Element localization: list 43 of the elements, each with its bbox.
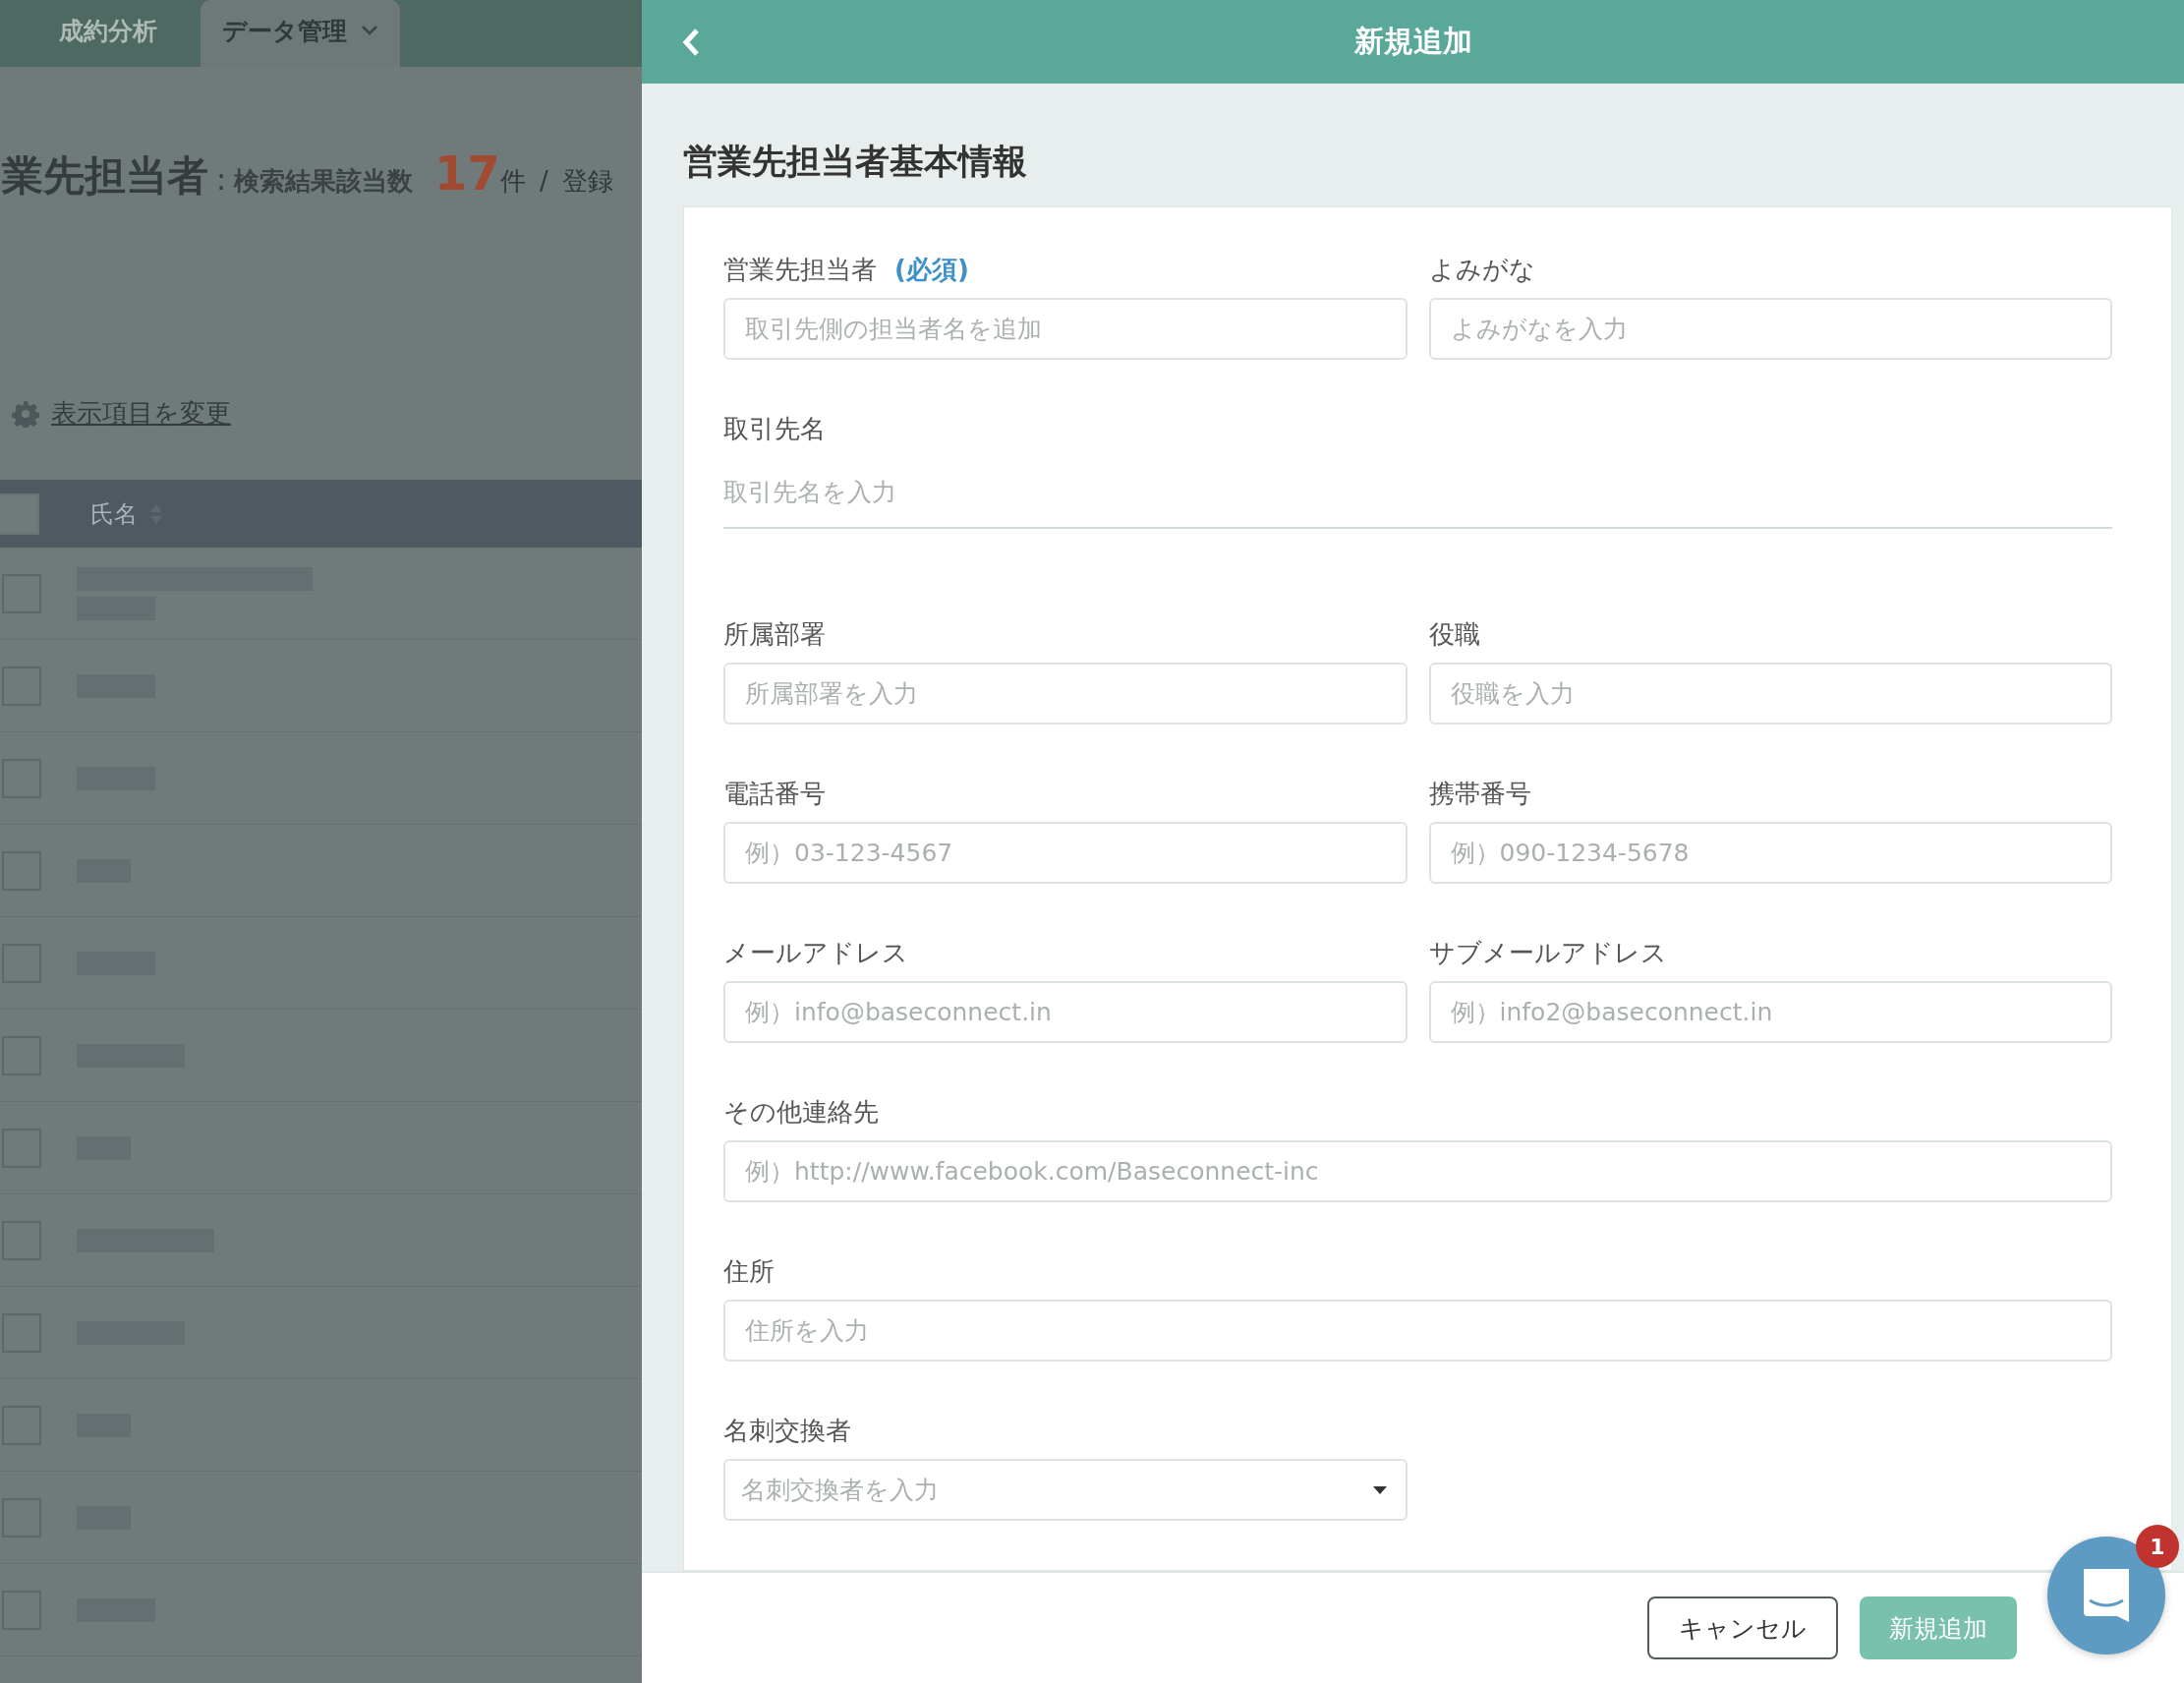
field-label: その他連絡先 bbox=[723, 1096, 879, 1129]
field-label: 名刺交換者 bbox=[723, 1415, 851, 1447]
input-field[interactable]: よみがなを入力 bbox=[1428, 298, 2112, 360]
slash: / bbox=[539, 166, 548, 196]
gear-icon bbox=[12, 399, 39, 428]
add-button[interactable]: 新規追加 bbox=[1860, 1596, 2017, 1659]
total-label: 登録 bbox=[561, 165, 613, 198]
input-field[interactable]: 例）03-123-4567 bbox=[723, 822, 1408, 884]
field-label: サブメールアドレス bbox=[1428, 937, 1667, 969]
dropdown-field[interactable]: 名刺交換者を入力 bbox=[723, 1459, 1408, 1521]
field-label: 役職 bbox=[1428, 618, 1480, 651]
field-label: 電話番号 bbox=[723, 778, 826, 810]
page-title: 業先担当者 bbox=[2, 150, 208, 202]
caret-icon bbox=[1371, 1484, 1388, 1495]
input-field[interactable]: 例）info@baseconnect.in bbox=[723, 981, 1408, 1043]
field-label: よみがな bbox=[1428, 254, 1535, 286]
field-label: 携帯番号 bbox=[1428, 778, 1531, 810]
result-count: 17 bbox=[434, 145, 500, 201]
input-field[interactable]: 例）http://www.facebook.com/Baseconnect-inc bbox=[723, 1140, 2112, 1202]
field-label: メールアドレス bbox=[723, 937, 908, 969]
column-header[interactable]: 氏名 bbox=[90, 497, 138, 530]
cancel-button[interactable]: キャンセル bbox=[1647, 1596, 1838, 1659]
input-field[interactable]: 住所を入力 bbox=[723, 1300, 2112, 1362]
input-field[interactable]: 所属部署を入力 bbox=[723, 663, 1408, 725]
section-title: 営業先担当者基本情報 bbox=[683, 141, 1028, 183]
nav-tab[interactable]: 成約分析 bbox=[37, 0, 179, 67]
input-field[interactable]: 例）090-1234-5678 bbox=[1428, 822, 2112, 884]
nav-tab[interactable]: データ管理 bbox=[201, 0, 400, 67]
select-all-checkbox[interactable] bbox=[0, 493, 39, 535]
input-field[interactable]: 取引先側の担当者名を追加 bbox=[723, 298, 1408, 360]
count-unit: 件 bbox=[499, 165, 526, 198]
settings-link[interactable]: 表示項目を変更 bbox=[51, 396, 231, 431]
count-label: 検索結果該当数 bbox=[234, 165, 414, 198]
separator: : bbox=[216, 162, 227, 197]
input-field[interactable]: 例）info2@baseconnect.in bbox=[1428, 981, 2112, 1043]
panel-title: 新規追加 bbox=[1353, 23, 1472, 60]
field-label: 営業先担当者 bbox=[723, 254, 877, 286]
required-tag: (必須) bbox=[894, 253, 969, 286]
field-label: 住所 bbox=[723, 1255, 775, 1288]
field-label: 所属部署 bbox=[723, 618, 826, 651]
field-label: 取引先名 bbox=[723, 413, 826, 445]
back-icon bbox=[681, 27, 701, 57]
input-field[interactable]: 役職を入力 bbox=[1428, 663, 2112, 725]
